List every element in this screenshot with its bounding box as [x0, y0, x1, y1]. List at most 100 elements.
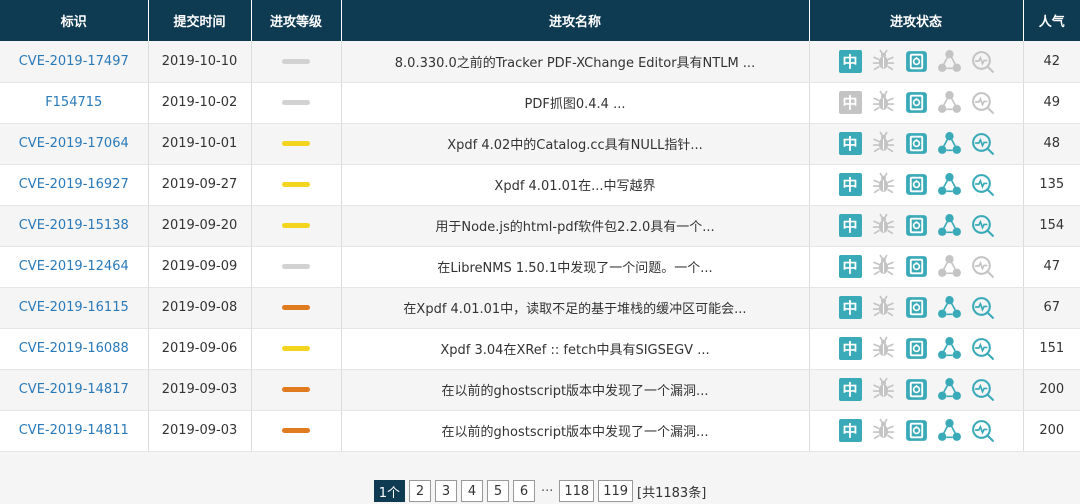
- level-indicator: [282, 223, 310, 228]
- scan-search-icon[interactable]: [970, 49, 995, 74]
- page-button[interactable]: 2: [408, 480, 431, 502]
- chinese-badge-icon[interactable]: 中: [838, 296, 862, 319]
- share-nodes-icon[interactable]: [937, 213, 962, 238]
- share-nodes-icon[interactable]: [937, 336, 962, 361]
- exploit-id-link[interactable]: CVE-2019-17064: [19, 136, 129, 151]
- chinese-badge-icon[interactable]: 中: [838, 378, 862, 401]
- scan-search-icon[interactable]: [970, 377, 995, 402]
- share-nodes-icon[interactable]: [937, 131, 962, 156]
- scan-search-icon[interactable]: [970, 131, 995, 156]
- document-icon[interactable]: [904, 131, 929, 156]
- document-icon[interactable]: [904, 254, 929, 279]
- table-row: CVE-2019-12464 2019-09-09 在LibreNMS 1.50…: [0, 246, 1080, 288]
- chinese-badge-icon[interactable]: 中: [838, 214, 862, 237]
- cell-name[interactable]: 用于Node.js的html-pdf软件包2.2.0具有一个...: [341, 205, 810, 247]
- scan-search-icon[interactable]: [970, 90, 995, 115]
- document-icon[interactable]: [904, 295, 929, 320]
- share-nodes-icon[interactable]: [937, 254, 962, 279]
- header-date[interactable]: 提交时间: [148, 0, 252, 41]
- chinese-badge-icon[interactable]: 中: [838, 255, 862, 278]
- bug-icon[interactable]: [871, 254, 896, 279]
- document-icon[interactable]: [904, 49, 929, 74]
- cell-status: 中: [809, 246, 1024, 288]
- chinese-badge-icon[interactable]: 中: [838, 49, 862, 73]
- level-indicator: [282, 58, 310, 64]
- cell-name[interactable]: Xpdf 4.02中的Catalog.cc具有NULL指针...: [341, 123, 810, 165]
- page-button[interactable]: 119: [598, 480, 634, 502]
- scan-search-icon[interactable]: [970, 295, 995, 320]
- document-icon[interactable]: [904, 418, 929, 443]
- header-level[interactable]: 进攻等级: [251, 0, 342, 41]
- scan-search-icon[interactable]: [970, 418, 995, 443]
- chinese-badge-icon[interactable]: 中: [838, 337, 862, 360]
- page-button[interactable]: 4: [460, 480, 483, 502]
- cell-name[interactable]: 在以前的ghostscript版本中发现了一个漏洞...: [341, 410, 810, 452]
- cell-popularity: 151: [1023, 328, 1080, 370]
- exploit-id-link[interactable]: F154715: [45, 95, 102, 110]
- bug-icon[interactable]: [871, 90, 896, 115]
- cell-name[interactable]: 在Xpdf 4.01.01中，读取不足的基于堆栈的缓冲区可能会...: [341, 287, 810, 329]
- bug-icon[interactable]: [871, 172, 896, 197]
- exploit-id-link[interactable]: CVE-2019-14811: [19, 423, 129, 438]
- bug-icon[interactable]: [871, 295, 896, 320]
- scan-search-icon[interactable]: [970, 172, 995, 197]
- share-nodes-icon[interactable]: [937, 377, 962, 402]
- cell-name[interactable]: 在LibreNMS 1.50.1中发现了一个问题。一个...: [341, 246, 810, 288]
- cell-name[interactable]: Xpdf 4.01.01在...中写越界: [341, 164, 810, 206]
- exploit-id-link[interactable]: CVE-2019-17497: [19, 54, 129, 69]
- document-icon[interactable]: [904, 213, 929, 238]
- share-nodes-icon[interactable]: [937, 295, 962, 320]
- cell-popularity: 47: [1023, 246, 1080, 288]
- header-status[interactable]: 进攻状态: [809, 0, 1024, 41]
- pagination: 1个 2 3 4 5 6 ··· 118 119 [共1183条]: [0, 480, 1080, 502]
- document-icon[interactable]: [904, 377, 929, 402]
- cell-name[interactable]: Xpdf 3.04在XRef :: fetch中具有SIGSEGV ...: [341, 328, 810, 370]
- share-nodes-icon[interactable]: [937, 172, 962, 197]
- bug-icon[interactable]: [871, 131, 896, 156]
- cell-name[interactable]: PDF抓图0.4.4 ...: [341, 82, 810, 124]
- scan-search-icon[interactable]: [970, 213, 995, 238]
- header-name[interactable]: 进攻名称: [341, 0, 810, 41]
- share-nodes-icon[interactable]: [937, 418, 962, 443]
- cell-date: 2019-10-02: [148, 82, 252, 124]
- scan-search-icon[interactable]: [970, 336, 995, 361]
- cell-name[interactable]: 8.0.330.0之前的Tracker PDF-XChange Editor具有…: [341, 41, 810, 83]
- page-button[interactable]: 1个: [373, 480, 405, 502]
- bug-icon[interactable]: [871, 336, 896, 361]
- scan-search-icon[interactable]: [970, 254, 995, 279]
- cell-date: 2019-10-10: [148, 41, 252, 83]
- level-indicator: [282, 141, 310, 146]
- cell-level: [251, 328, 342, 370]
- cell-popularity: 200: [1023, 369, 1080, 411]
- cell-date: 2019-09-06: [148, 328, 252, 370]
- document-icon[interactable]: [904, 172, 929, 197]
- cell-name[interactable]: 在以前的ghostscript版本中发现了一个漏洞...: [341, 369, 810, 411]
- bug-icon[interactable]: [871, 418, 896, 443]
- exploit-id-link[interactable]: CVE-2019-16088: [19, 341, 129, 356]
- bug-icon[interactable]: [871, 49, 896, 74]
- header-popularity[interactable]: 人气: [1023, 0, 1080, 41]
- page-button[interactable]: 118: [559, 480, 595, 502]
- page-button[interactable]: 5: [486, 480, 509, 502]
- chinese-badge-icon[interactable]: 中: [838, 132, 862, 155]
- share-nodes-icon[interactable]: [937, 90, 962, 115]
- exploit-id-link[interactable]: CVE-2019-15138: [19, 218, 129, 233]
- exploit-id-link[interactable]: CVE-2019-12464: [19, 259, 129, 274]
- header-id[interactable]: 标识: [0, 0, 149, 41]
- document-icon[interactable]: [904, 90, 929, 115]
- page-button[interactable]: 6: [512, 480, 535, 502]
- chinese-badge-icon[interactable]: 中: [838, 173, 862, 196]
- bug-icon[interactable]: [871, 213, 896, 238]
- chinese-badge-icon[interactable]: 中: [838, 419, 862, 442]
- exploit-id-link[interactable]: CVE-2019-16115: [19, 300, 129, 315]
- page-button[interactable]: 3: [434, 480, 457, 502]
- cell-status: 中: [809, 369, 1024, 411]
- exploit-id-link[interactable]: CVE-2019-16927: [19, 177, 129, 192]
- cell-id: CVE-2019-16088: [0, 328, 149, 370]
- cell-status: 中: [809, 287, 1024, 329]
- chinese-badge-icon[interactable]: 中: [838, 91, 862, 114]
- exploit-id-link[interactable]: CVE-2019-14817: [19, 382, 129, 397]
- share-nodes-icon[interactable]: [937, 49, 962, 74]
- document-icon[interactable]: [904, 336, 929, 361]
- bug-icon[interactable]: [871, 377, 896, 402]
